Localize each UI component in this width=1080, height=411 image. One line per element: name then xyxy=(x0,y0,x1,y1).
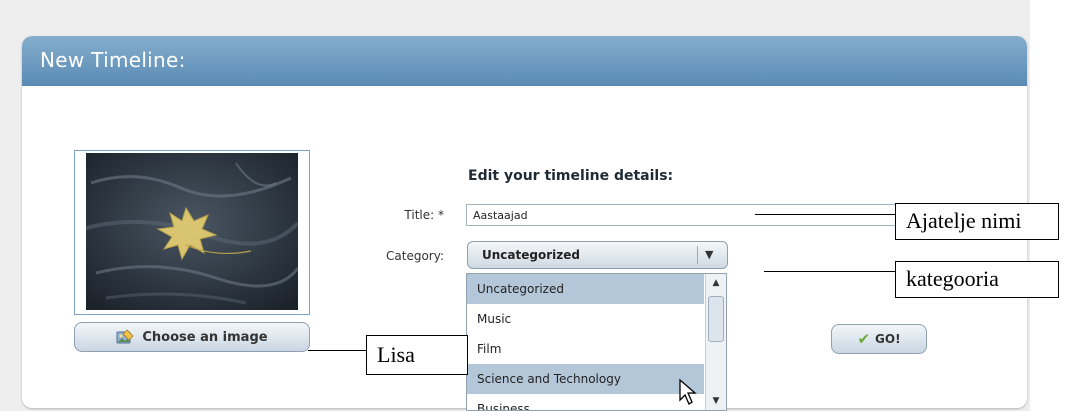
category-select[interactable]: Uncategorized ▼ xyxy=(467,241,728,269)
go-label: GO! xyxy=(875,332,901,346)
annotation-category-note: kategooria xyxy=(895,261,1059,298)
dropdown-option[interactable]: Business xyxy=(467,394,704,410)
category-label: Category: xyxy=(386,249,444,263)
panel-header: New Timeline: xyxy=(22,36,1027,86)
choose-image-label: Choose an image xyxy=(142,329,268,345)
select-divider xyxy=(697,246,698,264)
annotation-line-category xyxy=(764,271,895,272)
chevron-down-icon: ▼ xyxy=(705,248,714,261)
choose-image-button[interactable]: Choose an image xyxy=(74,322,310,352)
scrollbar-thumb[interactable] xyxy=(708,296,724,342)
dropdown-option[interactable]: Science and Technology xyxy=(467,364,704,394)
leaf-photo xyxy=(86,153,298,310)
image-pencil-icon xyxy=(116,329,134,345)
mouse-pointer-icon xyxy=(679,378,697,405)
go-button[interactable]: ✔ GO! xyxy=(831,324,927,354)
dropdown-scrollbar[interactable]: ▲ ▼ xyxy=(705,274,726,410)
scroll-up-arrow-icon[interactable]: ▲ xyxy=(710,278,722,292)
category-selected-value: Uncategorized xyxy=(482,248,580,262)
panel-title: New Timeline: xyxy=(40,48,186,72)
checkmark-icon: ✔ xyxy=(857,330,871,348)
dropdown-option[interactable]: Film xyxy=(467,334,704,364)
dropdown-option[interactable]: Uncategorized xyxy=(467,274,704,304)
scroll-down-arrow-icon[interactable]: ▼ xyxy=(710,396,722,410)
annotation-line-image xyxy=(308,350,366,351)
timeline-image-preview xyxy=(74,150,310,315)
form-heading: Edit your timeline details: xyxy=(468,168,674,184)
annotation-image-note: Lisa xyxy=(366,335,468,375)
title-label: Title: * xyxy=(404,208,444,222)
title-input[interactable] xyxy=(466,204,906,226)
annotation-line-title xyxy=(755,214,895,215)
annotation-title-note: Ajatelje nimi xyxy=(895,203,1059,240)
dropdown-option[interactable]: Music xyxy=(467,304,704,334)
